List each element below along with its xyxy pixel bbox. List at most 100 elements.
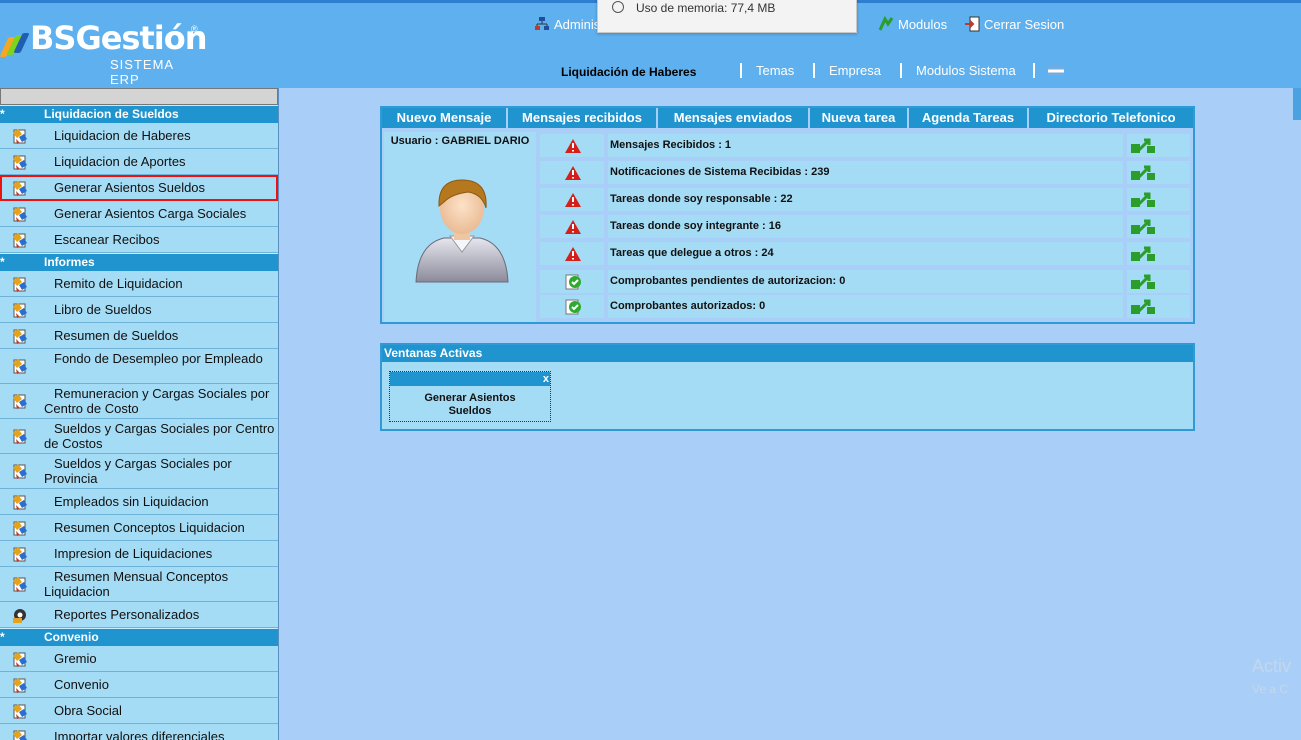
activation-watermark: Activ: [1252, 656, 1292, 676]
nav-modulos-sistema[interactable]: Modulos Sistema: [916, 63, 1016, 78]
nav-empresa[interactable]: Empresa: [829, 63, 881, 78]
section-liquidacion-sueldos[interactable]: * Liquidacion de Sueldos: [0, 105, 278, 123]
sidebar-item-empleados-sin-liquidacion[interactable]: Empleados sin Liquidacion: [0, 489, 278, 515]
sidebar-item-label: Empleados sin Liquidacion: [54, 494, 209, 509]
sidebar-item-label: Sueldos y Cargas Sociales por Centro de …: [44, 421, 275, 451]
sidebar-item-label: Gremio: [54, 651, 97, 666]
check-document-icon: [565, 274, 581, 290]
sidebar-item-escanear-recibos[interactable]: Escanear Recibos: [0, 227, 278, 253]
status-row-label: Tareas donde soy responsable : 22: [608, 188, 1123, 211]
sidebar-item-label: Impresion de Liquidaciones: [54, 546, 213, 561]
report-icon: [11, 153, 29, 171]
sidebar-item-liquidacion-aportes[interactable]: Liquidacion de Aportes: [0, 149, 278, 175]
go-button[interactable]: [1127, 242, 1190, 265]
go-button[interactable]: [1127, 134, 1190, 157]
section-informes[interactable]: * Informes: [0, 253, 278, 271]
sidebar-item-remuneracion-cargas[interactable]: Remuneracion y Cargas Sociales por Centr…: [0, 384, 278, 419]
sidebar-item-reportes-personalizados[interactable]: Reportes Personalizados: [0, 602, 278, 628]
section-title: Informes: [44, 255, 95, 269]
report-icon: [11, 545, 29, 563]
warning-icon: [565, 220, 581, 234]
report-icon: [11, 392, 29, 410]
right-edge-bar: [1293, 88, 1301, 120]
nav-separator: [1033, 63, 1035, 78]
modulos-link[interactable]: Modulos: [878, 16, 947, 32]
report-icon: [11, 676, 29, 694]
cerrar-sesion-link[interactable]: Cerrar Sesion: [964, 16, 1064, 32]
sidebar-item-label: Convenio: [54, 677, 109, 692]
section-title: Liquidacion de Sueldos: [44, 107, 179, 121]
active-window-card[interactable]: x Generar Asientos Sueldos: [389, 371, 551, 422]
tab-nuevo-mensaje[interactable]: Nuevo Mensaje: [382, 108, 508, 128]
warning-icon: [565, 139, 581, 153]
section-convenio[interactable]: * Convenio: [0, 628, 278, 646]
sidebar-item-impresion-liquidaciones[interactable]: Impresion de Liquidaciones: [0, 541, 278, 567]
sidebar-item-generar-asientos-carga-sociales[interactable]: Generar Asientos Carga Sociales: [0, 201, 278, 227]
sidebar-item-label: Resumen Mensual Conceptos Liquidacion: [44, 569, 229, 599]
logo-mark-icon: [0, 33, 30, 57]
sidebar-item-label: Importar valores diferenciales: [54, 729, 225, 740]
sidebar-item-importar-valores[interactable]: Importar valores diferenciales: [0, 724, 278, 740]
sidebar-item-obra-social[interactable]: Obra Social: [0, 698, 278, 724]
sidebar-item-label: Remuneracion y Cargas Sociales por Centr…: [44, 386, 270, 416]
status-row-label: Mensajes Recibidos : 1: [608, 134, 1123, 157]
argentina-flag-icon[interactable]: [1048, 66, 1064, 76]
tab-directorio-telefonico[interactable]: Directorio Telefonico: [1029, 108, 1193, 128]
section-marker: *: [0, 107, 5, 121]
go-arrow-icon: [1131, 138, 1155, 153]
sidebar-item-fondo-desempleo[interactable]: Fondo de Desempleo por Empleado: [0, 349, 278, 384]
nav-separator: [900, 63, 902, 78]
report-icon: [11, 127, 29, 145]
admin-link[interactable]: Adminis: [534, 16, 600, 32]
tab-mensajes-enviados[interactable]: Mensajes enviados: [658, 108, 810, 128]
org-chart-icon: [535, 17, 549, 30]
logout-icon: [965, 16, 980, 32]
report-icon: [11, 728, 29, 740]
memory-usage-text: Uso de memoria: 77,4 MB: [636, 1, 776, 15]
go-arrow-icon: [1131, 165, 1155, 180]
sidebar-item-sueldos-centro-costos[interactable]: Sueldos y Cargas Sociales por Centro de …: [0, 419, 278, 454]
sidebar-item-liquidacion-haberes[interactable]: Liquidacion de Haberes: [0, 123, 278, 149]
go-button[interactable]: [1127, 188, 1190, 211]
go-arrow-icon: [1131, 192, 1155, 207]
go-button[interactable]: [1127, 161, 1190, 184]
close-window-button[interactable]: x: [543, 372, 549, 386]
tab-agenda-tareas[interactable]: Agenda Tareas: [909, 108, 1029, 128]
report-icon: [11, 327, 29, 345]
sidebar-item-sueldos-provincia[interactable]: Sueldos y Cargas Sociales por Provincia: [0, 454, 278, 489]
gauge-icon: [612, 1, 624, 13]
go-arrow-icon: [1131, 274, 1155, 289]
user-name: Usuario : GABRIEL DARIO: [390, 135, 530, 147]
current-module: Liquidación de Haberes: [561, 65, 697, 79]
sidebar-item-libro-sueldos[interactable]: Libro de Sueldos: [0, 297, 278, 323]
sidebar-item-label: Escanear Recibos: [54, 232, 160, 247]
section-marker: *: [0, 630, 5, 644]
tab-nueva-tarea[interactable]: Nueva tarea: [810, 108, 909, 128]
sidebar-item-resumen-conceptos[interactable]: Resumen Conceptos Liquidacion: [0, 515, 278, 541]
status-row-label: Comprobantes pendientes de autorizacion:…: [608, 270, 1123, 293]
sidebar-item-label: Obra Social: [54, 703, 122, 718]
nav-temas[interactable]: Temas: [756, 63, 794, 78]
sidebar-item-remito-liquidacion[interactable]: Remito de Liquidacion: [0, 271, 278, 297]
warning-icon: [565, 166, 581, 180]
sidebar-item-resumen-sueldos[interactable]: Resumen de Sueldos: [0, 323, 278, 349]
activation-watermark-sub: Ve a C: [1252, 682, 1289, 696]
report-icon: [11, 357, 29, 375]
logo-text: BSGestión: [30, 19, 207, 57]
go-button[interactable]: [1127, 295, 1190, 318]
tab-mensajes-recibidos[interactable]: Mensajes recibidos: [508, 108, 658, 128]
report-icon: [11, 702, 29, 720]
report-icon: [11, 575, 29, 593]
go-arrow-icon: [1131, 246, 1155, 261]
sidebar-item-label: Liquidacion de Aportes: [54, 154, 186, 169]
active-window-header: x: [390, 372, 550, 386]
go-button[interactable]: [1127, 215, 1190, 238]
sidebar-item-gremio[interactable]: Gremio: [0, 646, 278, 672]
go-button[interactable]: [1127, 270, 1190, 293]
report-icon: [11, 275, 29, 293]
sidebar-item-convenio[interactable]: Convenio: [0, 672, 278, 698]
nav-separator: [740, 63, 742, 78]
active-window-name[interactable]: Generar Asientos Sueldos: [390, 392, 550, 418]
sidebar-item-generar-asientos-sueldos[interactable]: Generar Asientos Sueldos: [0, 175, 278, 201]
sidebar-item-resumen-mensual[interactable]: Resumen Mensual Conceptos Liquidacion: [0, 567, 278, 602]
